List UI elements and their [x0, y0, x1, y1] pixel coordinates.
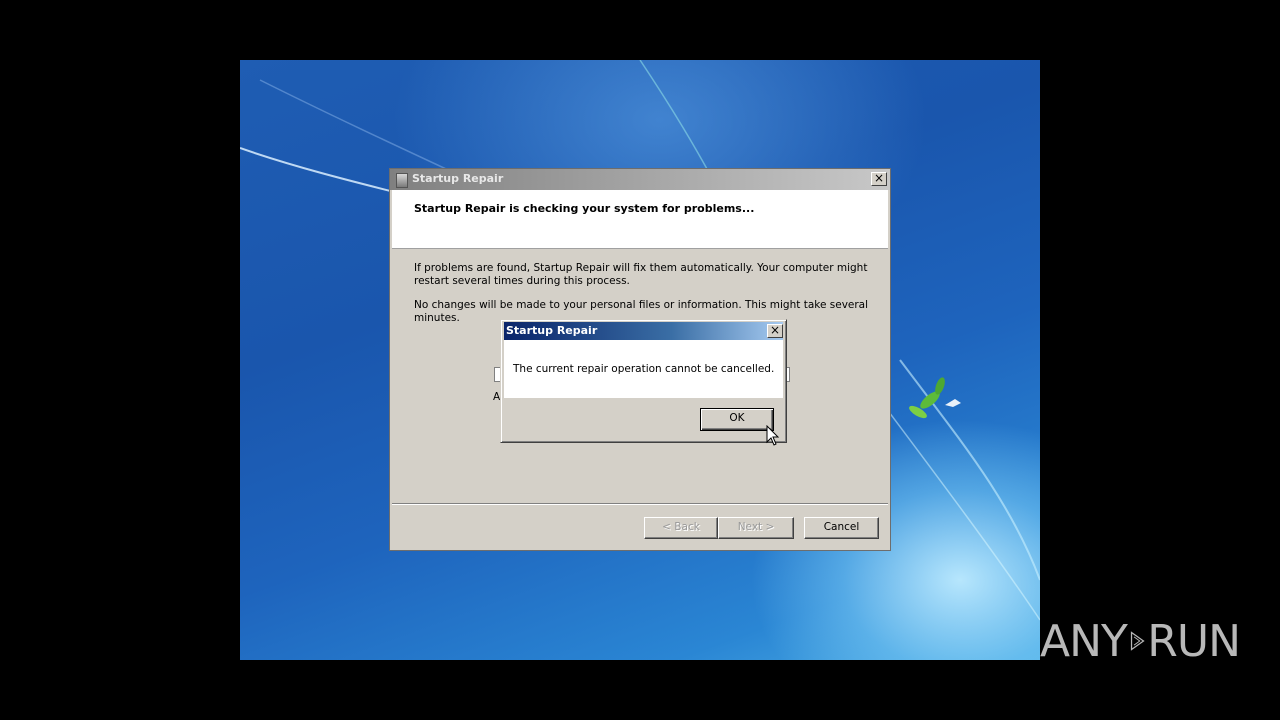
wizard-header: Startup Repair is checking your system f… [392, 190, 888, 249]
anyrun-watermark: ANY RUN [1040, 606, 1241, 676]
wizard-heading: Startup Repair is checking your system f… [414, 202, 755, 215]
wizard-paragraph-1: If problems are found, Startup Repair wi… [414, 262, 868, 287]
back-button[interactable]: < Back [644, 517, 718, 539]
window-title: Startup Repair [412, 172, 504, 185]
next-button[interactable]: Next > [718, 517, 794, 539]
play-icon [1130, 631, 1145, 651]
footer-separator [392, 503, 888, 505]
window-close-button[interactable]: × [871, 172, 887, 186]
watermark-text-right: RUN [1147, 615, 1241, 667]
startup-repair-icon [396, 173, 408, 188]
dialog-message: The current repair operation cannot be c… [513, 363, 775, 375]
ok-button[interactable]: OK [700, 408, 774, 431]
watermark-text-left: ANY [1040, 615, 1128, 667]
dialog-close-button[interactable]: × [767, 324, 783, 338]
arrow-cursor-icon [766, 425, 780, 446]
window-titlebar[interactable]: Startup Repair × [390, 169, 890, 190]
cancel-button[interactable]: Cancel [804, 517, 879, 539]
cancel-warning-dialog: Startup Repair × The current repair oper… [500, 319, 787, 443]
dialog-title: Startup Repair [506, 324, 598, 337]
wallpaper-leaves-icon [909, 377, 961, 419]
dialog-titlebar[interactable]: Startup Repair × [504, 322, 783, 340]
dialog-body: The current repair operation cannot be c… [504, 340, 783, 398]
